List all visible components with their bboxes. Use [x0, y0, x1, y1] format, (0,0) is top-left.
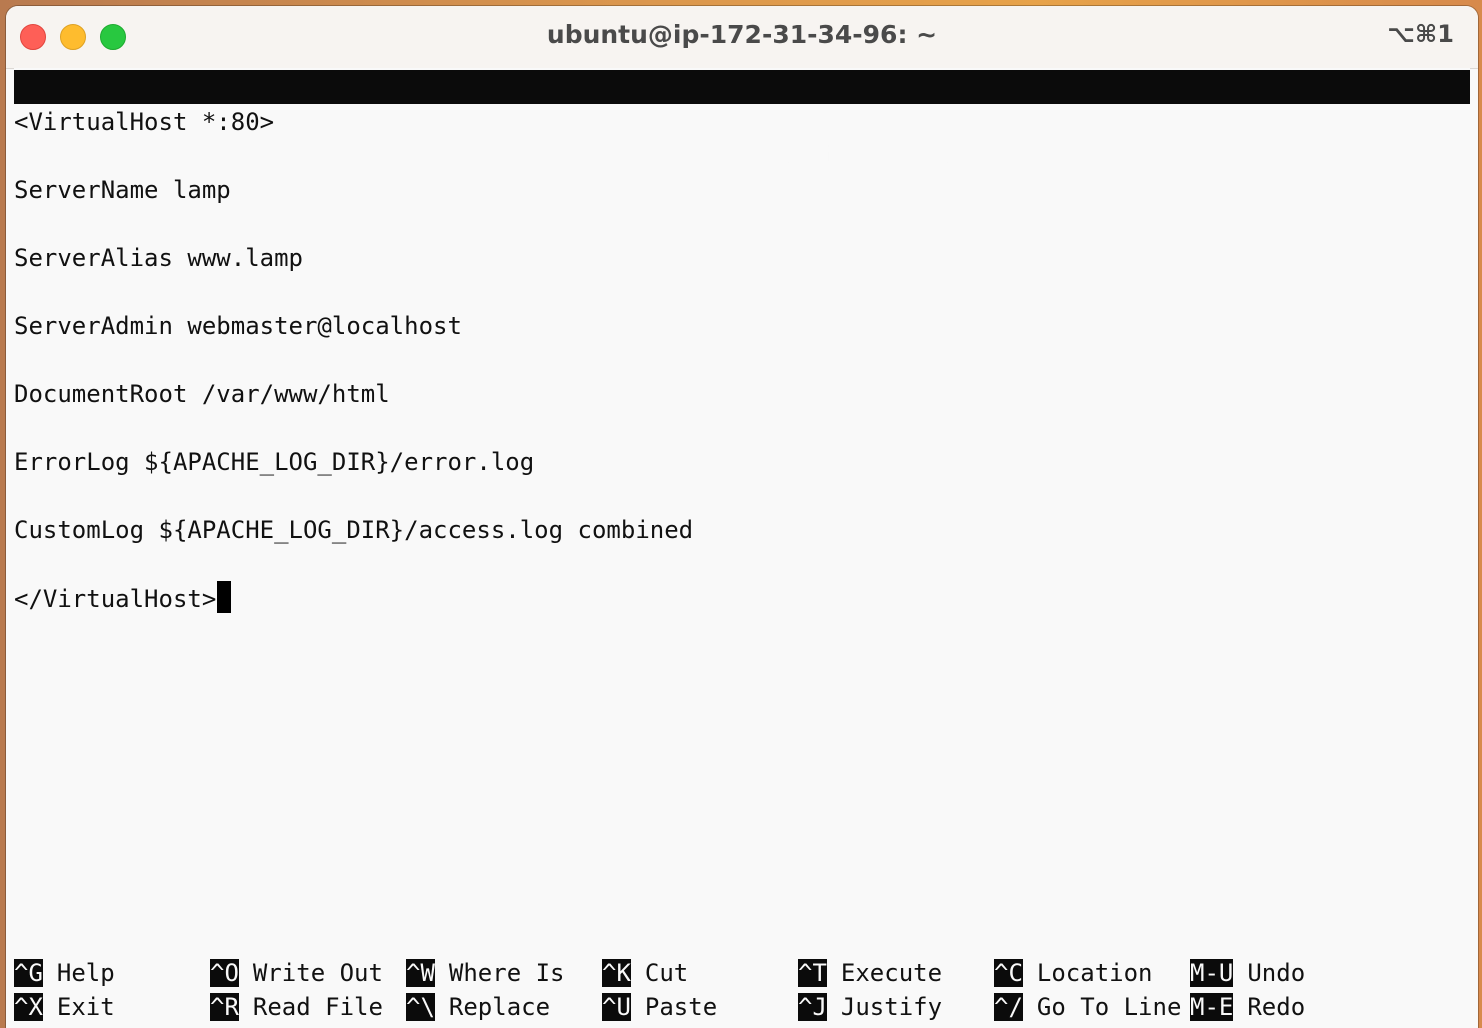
shortcut-label: Execute [840, 959, 943, 987]
shortcut-label: Paste [644, 993, 718, 1021]
shortcut-paste[interactable]: ^U Paste [602, 990, 717, 1024]
shortcut-location[interactable]: ^C Location [994, 956, 1153, 990]
shortcut-undo[interactable]: M-U Undo [1190, 956, 1305, 990]
shortcut-key: ^/ [994, 993, 1023, 1021]
shortcut-redo[interactable]: M-E Redo [1190, 990, 1305, 1024]
terminal-content[interactable]: GNU nano 7.2 /etc/apache2/sites-availabl… [14, 68, 1470, 1028]
shortcut-label: Cut [644, 959, 689, 987]
file-line: </VirtualHost> [14, 585, 217, 613]
shortcut-key: ^T [798, 959, 827, 987]
window-shortcut-label: ⌥⌘1 [1387, 20, 1454, 48]
shortcut-label: Redo [1247, 993, 1306, 1021]
shortcut-label: Location [1036, 959, 1153, 987]
shortcut-execute[interactable]: ^T Execute [798, 956, 942, 990]
file-line-with-cursor[interactable]: </VirtualHost> [14, 581, 232, 616]
file-line[interactable]: ServerAdmin webmaster@localhost [14, 309, 462, 343]
shortcut-write-out[interactable]: ^O Write Out [210, 956, 383, 990]
shortcut-label: Go To Line [1036, 993, 1182, 1021]
file-line[interactable]: ServerAlias www.lamp [14, 241, 303, 275]
shortcut-label: Undo [1247, 959, 1306, 987]
shortcut-justify[interactable]: ^J Justify [798, 990, 942, 1024]
shortcut-key: M-U [1190, 959, 1234, 987]
shortcut-key: ^O [210, 959, 239, 987]
text-cursor [217, 581, 232, 613]
file-line[interactable]: <VirtualHost *:80> [14, 105, 274, 139]
shortcut-key: ^C [994, 959, 1023, 987]
shortcut-replace[interactable]: ^\ Replace [406, 990, 550, 1024]
shortcut-key: ^K [602, 959, 631, 987]
shortcut-help[interactable]: ^G Help [14, 956, 115, 990]
shortcut-label: Write Out [252, 959, 383, 987]
shortcut-label: Replace [448, 993, 551, 1021]
file-line[interactable]: ErrorLog ${APACHE_LOG_DIR}/error.log [14, 445, 534, 479]
shortcut-key: ^R [210, 993, 239, 1021]
shortcut-key: M-E [1190, 993, 1234, 1021]
shortcut-cut[interactable]: ^K Cut [602, 956, 688, 990]
title-bar[interactable]: ubuntu@ip-172-31-34-96: ~ ⌥⌘1 [6, 6, 1478, 69]
file-path: /etc/apache2/sites-available/lamp.conf [504, 141, 1054, 169]
nano-shortcut-bar: ^G Help ^O Write Out ^W Where Is ^K Cut ^T Ex… [14, 956, 1470, 1026]
shortcut-key: ^J [798, 993, 827, 1021]
shortcut-label: Exit [56, 993, 115, 1021]
shortcut-key: ^X [14, 993, 43, 1021]
nano-title-bar: GNU nano 7.2 /etc/apache2/sites-availabl… [14, 70, 1470, 169]
terminal-window: ubuntu@ip-172-31-34-96: ~ ⌥⌘1 GNU nano 7… [6, 6, 1478, 1028]
shortcut-where-is[interactable]: ^W Where Is [406, 956, 565, 990]
shortcut-key: ^W [406, 959, 435, 987]
shortcut-exit[interactable]: ^X Exit [14, 990, 115, 1024]
shortcut-go-to-line[interactable]: ^/ Go To Line [994, 990, 1181, 1024]
shortcut-key: ^G [14, 959, 43, 987]
shortcut-label: Justify [840, 993, 943, 1021]
shortcut-key: ^U [602, 993, 631, 1021]
shortcut-label: Help [56, 959, 115, 987]
file-line[interactable]: CustomLog ${APACHE_LOG_DIR}/access.log c… [14, 513, 693, 547]
file-line[interactable]: ServerName lamp [14, 173, 231, 207]
window-title: ubuntu@ip-172-31-34-96: ~ [546, 20, 938, 49]
file-line[interactable]: DocumentRoot /var/www/html [14, 377, 390, 411]
shortcut-key: ^\ [406, 993, 435, 1021]
shortcut-read-file[interactable]: ^R Read File [210, 990, 383, 1024]
shortcut-label: Where Is [448, 959, 565, 987]
shortcut-label: Read File [252, 993, 383, 1021]
